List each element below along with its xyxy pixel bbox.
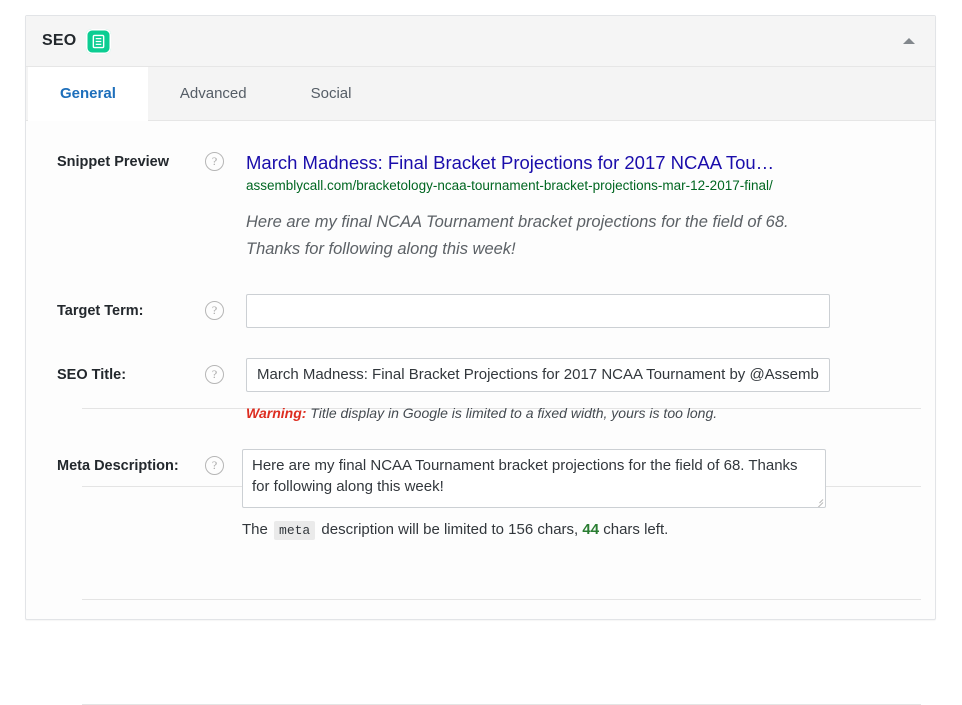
row-seo-title: SEO Title: ? Warning: Title display in G… [26,328,935,422]
snippet-description: Here are my final NCAA Tournament bracke… [246,213,789,259]
snippet-preview-label: Snippet Preview [57,154,170,170]
warning-text: Title display in Google is limited to a … [306,404,718,421]
hint-middle: description will be limited to 156 chars… [321,520,579,538]
meta-description-label: Meta Description: [57,457,179,474]
seo-metabox: SEO General Advanced Social Snippet Prev… [25,15,936,705]
help-icon-target-term[interactable]: ? [205,300,224,320]
seo-title-field: Warning: Title display in Google is limi… [246,357,935,422]
help-icon-snippet-preview[interactable]: ? [205,152,224,171]
collapse-panel-toggle[interactable] [897,29,921,53]
row-snippet-preview: Snippet Preview ? March Madness: Final B… [26,121,935,263]
tab-social[interactable]: Social [279,67,384,120]
help-icon-seo-title[interactable]: ? [205,364,224,384]
tab-advanced-label: Advanced [179,85,247,102]
snippet-title[interactable]: March Madness: Final Bracket Projections… [246,151,935,174]
target-term-label: Target Term: [57,302,144,319]
tab-social-label: Social [310,85,352,102]
chars-left-count: 44 [582,520,600,538]
row-meta-description: Meta Description: ? Here are my final NC… [26,422,935,540]
meta-description-textarea[interactable]: Here are my final NCAA Tournament bracke… [242,448,826,508]
tab-advanced[interactable]: Advanced [148,67,279,120]
seo-title-input[interactable] [246,357,830,392]
target-term-input[interactable] [246,293,830,328]
warning-label: Warning: [246,404,307,421]
tab-general-label: General [60,85,116,102]
meta-description-value: Here are my final NCAA Tournament bracke… [252,456,798,496]
seo-title-warning: Warning: Title display in Google is limi… [246,404,935,422]
hint-code-chip: meta [274,520,316,540]
row-divider-3 [82,599,921,600]
hint-suffix: chars left. [603,520,669,538]
target-term-field [246,293,935,328]
page-title: SEO [42,32,77,49]
row-target-term: Target Term: ? [26,263,935,328]
tab-general[interactable]: General [28,67,148,121]
snippet-url: assemblycall.com/bracketology-ncaa-tourn… [246,178,773,194]
resize-handle-icon[interactable] [813,495,824,507]
document-lines-icon [86,28,112,54]
seo-title-label: SEO Title: [57,366,127,383]
meta-description-hint: The meta description will be limited to … [242,519,935,540]
tab-bar: General Advanced Social [26,67,935,121]
help-icon-meta-description[interactable]: ? [205,455,224,475]
tab-panel-general: Snippet Preview ? March Madness: Final B… [26,121,935,705]
snippet-preview-field: March Madness: Final Bracket Projections… [246,151,935,263]
meta-description-field: Here are my final NCAA Tournament bracke… [242,448,935,540]
metabox-header: SEO [26,16,935,67]
hint-prefix: The [242,520,268,538]
caret-up-icon [903,38,915,44]
